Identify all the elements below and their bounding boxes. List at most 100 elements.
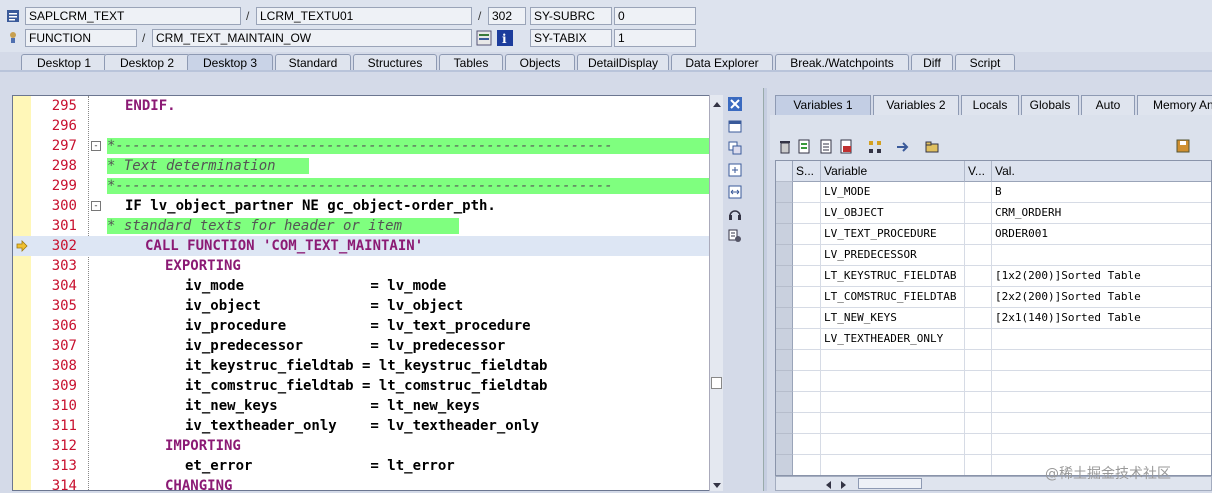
save-icon[interactable] — [1176, 139, 1192, 155]
headset-icon[interactable] — [728, 207, 744, 221]
delete-icon[interactable] — [778, 139, 794, 155]
row-selector[interactable] — [776, 455, 793, 475]
row-selector[interactable] — [776, 434, 793, 455]
code-line[interactable]: 311 iv_textheader_only = lv_textheader_o… — [13, 416, 710, 436]
editor-scrollbar[interactable] — [709, 95, 723, 491]
code-line[interactable]: 304 iv_mode = lv_mode — [13, 276, 710, 296]
variable-name-cell[interactable]: LV_TEXTHEADER_ONLY — [821, 329, 965, 350]
close-icon[interactable] — [728, 97, 744, 111]
code-line[interactable]: 296 — [13, 116, 710, 136]
code-line[interactable]: 300 - IF lv_object_partner NE gc_object-… — [13, 196, 710, 216]
row-selector[interactable] — [776, 371, 793, 392]
variable-name-cell[interactable] — [821, 434, 965, 455]
variable-row[interactable] — [776, 371, 1211, 392]
variable-row[interactable] — [776, 392, 1211, 413]
variable-row[interactable]: LT_KEYSTRUC_FIELDTAB [1x2(200)]Sorted Tab… — [776, 266, 1211, 287]
row-selector[interactable] — [776, 182, 793, 203]
tab-globals[interactable]: Globals — [1021, 95, 1079, 115]
program-field[interactable]: SAPLCRM_TEXT — [25, 7, 241, 25]
variable-name-cell[interactable]: LV_MODE — [821, 182, 965, 203]
variable-name-cell[interactable]: LV_OBJECT — [821, 203, 965, 224]
swap-icon[interactable] — [728, 185, 744, 199]
tab-variables-2[interactable]: Variables 2 — [873, 95, 959, 115]
doc-red-icon[interactable] — [839, 139, 855, 155]
code-line[interactable]: 297 - *---------------------------------… — [13, 136, 710, 156]
doc-green-icon[interactable] — [797, 139, 813, 155]
pane-splitter[interactable] — [763, 88, 767, 491]
variable-name-cell[interactable] — [821, 455, 965, 475]
value-cell[interactable] — [992, 371, 1211, 392]
value-cell[interactable]: [1x2(200)]Sorted Table — [992, 266, 1211, 287]
event-field[interactable]: CRM_TEXT_MAINTAIN_OW — [152, 29, 472, 47]
folder-icon[interactable] — [924, 139, 940, 155]
variable-row[interactable]: LV_PREDECESSOR — [776, 245, 1211, 266]
fold-toggle[interactable]: - — [91, 141, 101, 151]
value-cell[interactable] — [992, 434, 1211, 455]
navigate-icon[interactable] — [895, 139, 911, 155]
sy-subrc-value[interactable]: 0 — [614, 7, 696, 25]
code-line[interactable]: 309 it_comstruc_fieldtab = lt_comstruc_f… — [13, 376, 710, 396]
row-selector[interactable] — [776, 287, 793, 308]
row-selector[interactable] — [776, 245, 793, 266]
tab-variables-1[interactable]: Variables 1 — [775, 95, 871, 115]
tab-auto[interactable]: Auto — [1081, 95, 1135, 115]
value-cell[interactable] — [992, 392, 1211, 413]
variables-grid[interactable]: S... Variable V... Val. LV_MODE B LV_OBJEC… — [775, 160, 1212, 476]
variable-row[interactable]: LV_OBJECT CRM_ORDERH — [776, 203, 1211, 224]
copy-window-icon[interactable] — [728, 141, 744, 155]
variable-row[interactable]: LV_MODE B — [776, 182, 1211, 203]
variable-name-cell[interactable]: LV_PREDECESSOR — [821, 245, 965, 266]
variable-name-cell[interactable]: LT_COMSTRUC_FIELDTAB — [821, 287, 965, 308]
value-cell[interactable] — [992, 350, 1211, 371]
variable-name-cell[interactable]: LT_NEW_KEYS — [821, 308, 965, 329]
include-field[interactable]: LCRM_TEXTU01 — [256, 7, 472, 25]
row-selector[interactable] — [776, 329, 793, 350]
line-field[interactable]: 302 — [488, 7, 526, 25]
value-cell[interactable]: [2x1(140)]Sorted Table — [992, 308, 1211, 329]
variable-row[interactable]: LV_TEXT_PROCEDURE ORDER001 — [776, 224, 1211, 245]
variable-row[interactable]: LT_COMSTRUC_FIELDTAB [2x2(200)]Sorted Tab… — [776, 287, 1211, 308]
code-line[interactable]: 308 it_keystruc_fieldtab = lt_keystruc_f… — [13, 356, 710, 376]
scroll-thumb[interactable] — [711, 377, 722, 389]
hierarchy-icon[interactable] — [867, 139, 883, 155]
tab-locals[interactable]: Locals — [961, 95, 1019, 115]
row-selector[interactable] — [776, 266, 793, 287]
col-header-status[interactable]: S... — [793, 161, 821, 182]
event-type-field[interactable]: FUNCTION — [25, 29, 137, 47]
variable-row[interactable]: LV_TEXTHEADER_ONLY — [776, 329, 1211, 350]
value-cell[interactable]: CRM_ORDERH — [992, 203, 1211, 224]
sy-tabix-value[interactable]: 1 — [614, 29, 696, 47]
variable-name-cell[interactable] — [821, 413, 965, 434]
row-selector[interactable] — [776, 224, 793, 245]
code-line[interactable]: 310 it_new_keys = lt_new_keys — [13, 396, 710, 416]
row-selector[interactable] — [776, 350, 793, 371]
col-header-value[interactable]: Val. — [992, 161, 1211, 182]
display-source-icon[interactable] — [476, 30, 492, 46]
code-line[interactable]: 314 CHANGING — [13, 476, 710, 490]
row-selector[interactable] — [776, 308, 793, 329]
variable-row[interactable]: LT_NEW_KEYS [2x1(140)]Sorted Table — [776, 308, 1211, 329]
code-line[interactable]: 306 iv_procedure = lv_text_procedure — [13, 316, 710, 336]
col-header-variable[interactable]: Variable — [821, 161, 965, 182]
value-cell[interactable] — [992, 245, 1211, 266]
fold-toggle[interactable]: - — [91, 201, 101, 211]
new-window-icon[interactable] — [728, 119, 744, 133]
variable-name-cell[interactable] — [821, 350, 965, 371]
variable-row[interactable] — [776, 350, 1211, 371]
code-line[interactable]: 313 et_error = lt_error — [13, 456, 710, 476]
variable-name-cell[interactable] — [821, 392, 965, 413]
code-line[interactable]: 303 EXPORTING — [13, 256, 710, 276]
variable-row[interactable] — [776, 434, 1211, 455]
value-cell[interactable]: [2x2(200)]Sorted Table — [992, 287, 1211, 308]
hscroll-thumb[interactable] — [858, 478, 922, 489]
doc-list-icon[interactable] — [819, 139, 835, 155]
current-line[interactable]: 302 CALL FUNCTION 'COM_TEXT_MAINTAIN' — [13, 236, 710, 256]
variable-name-cell[interactable]: LT_KEYSTRUC_FIELDTAB — [821, 266, 965, 287]
code-line[interactable]: 301 * standard texts for header or item — [13, 216, 710, 236]
value-cell[interactable]: B — [992, 182, 1211, 203]
code-line[interactable]: 295 ENDIF. — [13, 96, 710, 116]
col-header-v[interactable]: V... — [965, 161, 992, 182]
code-line[interactable]: 307 iv_predecessor = lv_predecessor — [13, 336, 710, 356]
maximize-icon[interactable] — [728, 163, 744, 177]
settings-icon[interactable] — [728, 229, 744, 243]
